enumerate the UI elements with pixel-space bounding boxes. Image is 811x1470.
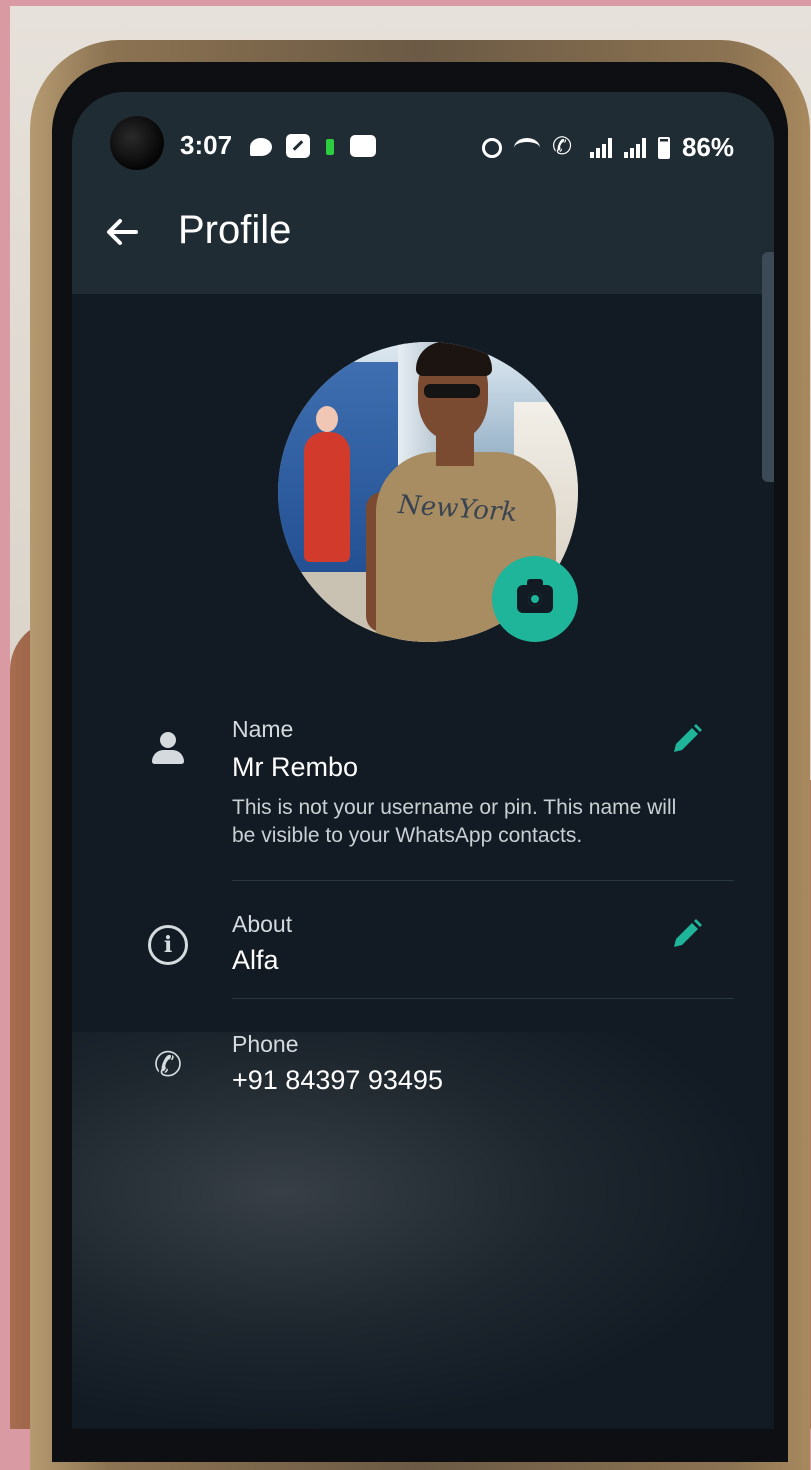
wifi-icon — [513, 137, 540, 158]
status-time: 3:07 — [180, 130, 233, 160]
name-hint-text: This is not your username or pin. This n… — [232, 796, 677, 847]
change-photo-button[interactable] — [492, 556, 578, 642]
scrollbar[interactable] — [762, 252, 774, 482]
phone-label: Phone — [232, 1031, 299, 1057]
about-row[interactable]: i About Alfa — [72, 907, 774, 997]
camera-icon — [517, 579, 553, 613]
status-bar: 3:07 86% — [180, 128, 734, 168]
about-label: About — [232, 911, 293, 937]
profile-photo-area: NewYork — [278, 342, 578, 642]
divider — [232, 880, 734, 881]
call-icon — [552, 132, 578, 161]
info-icon: i — [148, 925, 188, 965]
app-bar: 3:07 86% Profile — [72, 92, 774, 294]
phone-icon: ✆ — [153, 1046, 183, 1084]
phone-value: +91 84397 93495 — [232, 1065, 443, 1095]
edit-about-pencil-icon[interactable] — [670, 917, 704, 951]
battery-mini-icon — [326, 139, 334, 155]
name-label: Name — [232, 716, 294, 742]
person-icon — [148, 728, 188, 768]
battery-icon — [657, 136, 670, 159]
app-mini-icon — [350, 135, 376, 157]
front-camera — [110, 116, 164, 170]
page-title: Profile — [178, 208, 292, 252]
phone-row: ✆ Phone +91 84397 93495 — [72, 1027, 774, 1117]
note-icon — [286, 134, 310, 158]
battery-percent: 86% — [681, 132, 734, 162]
signal-icon — [589, 137, 612, 158]
edit-name-pencil-icon[interactable] — [670, 722, 704, 756]
alarm-icon — [481, 137, 502, 158]
chat-bubble-icon — [250, 138, 272, 156]
phone-screen: 3:07 86% Profile — [72, 92, 774, 1429]
back-arrow-icon[interactable] — [102, 212, 142, 252]
status-right-group: 86% — [481, 132, 734, 163]
name-value: Mr Rembo — [232, 752, 359, 782]
divider — [232, 998, 734, 999]
about-value: Alfa — [232, 945, 279, 975]
signal-icon — [623, 137, 646, 158]
name-row[interactable]: Name Mr Rembo This is not your username … — [72, 712, 774, 892]
